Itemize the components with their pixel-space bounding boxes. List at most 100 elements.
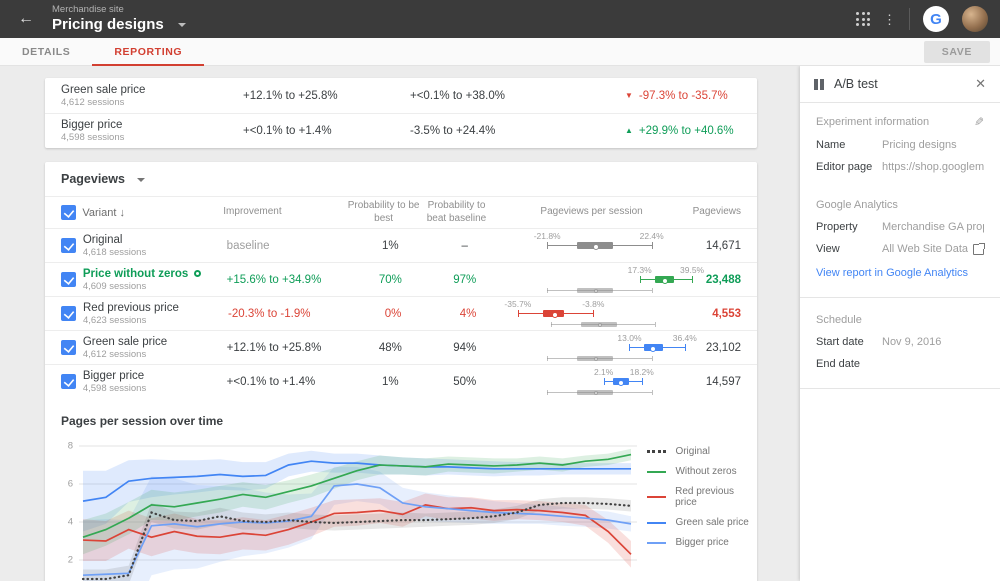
divider (800, 388, 1000, 389)
pageviews-value: 23,102 (706, 342, 757, 354)
prob-beat-baseline-value: 50% (430, 376, 499, 388)
schedule-section: Schedule Start date Nov 9, 2016 End date (800, 302, 1000, 384)
open-in-new-icon[interactable] (973, 244, 984, 255)
field-value: All Web Site Data (882, 243, 968, 255)
boxplot-high-label: 39.5% (680, 265, 704, 275)
prob-best-value: 48% (351, 342, 430, 354)
field-label: Property (816, 221, 882, 233)
page-title: Pricing designs (52, 16, 164, 33)
table-row[interactable]: Original 4,618 sessions baseline 1% – -2… (45, 228, 757, 262)
tab-reporting[interactable]: REPORTING (92, 38, 204, 65)
field-label: Editor page (816, 161, 882, 173)
prob-best-value: 1% (351, 240, 430, 252)
pages-per-session-chart: 8642 (59, 436, 631, 581)
per-session-boxplot: 17.3% 39.5% (499, 263, 705, 296)
tab-details[interactable]: DETAILS (0, 38, 92, 65)
variant-name-cell: Bigger price 4,598 sessions (83, 370, 227, 394)
row-checkbox[interactable] (61, 238, 76, 253)
avatar[interactable] (962, 6, 988, 32)
column-header-per-session: Pageviews per session (491, 206, 693, 219)
prob-beat-baseline-value: 94% (430, 342, 499, 354)
table-row[interactable]: Green sale price 4,612 sessions +12.1% t… (45, 78, 757, 113)
prob-best-value: 0% (353, 308, 433, 320)
row-checkbox[interactable] (61, 306, 76, 321)
top-app-bar: ← Merchandise site Pricing designs ⋮ G (0, 0, 1000, 38)
google-logo: G (923, 6, 949, 32)
y-axis-tick-label: 4 (59, 517, 73, 528)
start-date-row: Start date Nov 9, 2016 (816, 336, 984, 348)
legend-item: Without zeros (647, 466, 757, 477)
experiment-title-dropdown[interactable]: Merchandise site Pricing designs (52, 5, 186, 33)
overflow-menu-icon[interactable]: ⋮ (883, 13, 896, 26)
column-header-pageviews: Pageviews (693, 206, 757, 219)
field-label: View (816, 243, 882, 255)
field-value: Merchandise GA property (882, 221, 984, 233)
table-row[interactable]: Red previous price 4,623 sessions -20.3%… (45, 296, 757, 330)
table-row[interactable]: Price without zeros 4,609 sessions +15.6… (45, 262, 757, 296)
range-value: +<0.1% to +38.0% (410, 90, 625, 102)
view-report-link[interactable]: View report in Google Analytics (816, 265, 984, 289)
legend-label: Red previous price (675, 486, 757, 508)
apps-grid-icon[interactable] (856, 12, 870, 26)
range-value: -3.5% to +24.4% (410, 125, 625, 137)
variant-name-cell: Green sale price 4,612 sessions (83, 336, 227, 360)
variant-name: Bigger price (61, 119, 243, 131)
container-name: Merchandise site (52, 5, 186, 16)
improvement-value: +15.6% to +34.9% (227, 274, 351, 286)
legend-label: Without zeros (675, 466, 736, 477)
variant-name-cell: Price without zeros 4,609 sessions (83, 268, 227, 292)
legend-item: Red previous price (647, 486, 757, 508)
google-analytics-section: Google Analytics Property Merchandise GA… (800, 187, 1000, 293)
edit-pencil-icon[interactable]: ✎ (974, 115, 984, 129)
improvement-value: -20.3% to -1.9% (228, 308, 353, 320)
legend-item: Bigger price (647, 537, 757, 548)
experiment-information-section: Experiment information ✎ Name Pricing de… (800, 103, 1000, 187)
per-session-boxplot: -21.8% 22.4% (499, 229, 705, 262)
legend-swatch (647, 450, 666, 453)
metric-selector[interactable]: Pageviews (45, 162, 757, 196)
legend-swatch (647, 496, 666, 498)
prob-beat-baseline-value: 4% (433, 308, 503, 320)
table-header-row: Variant ↓ Improvement Probability to be … (45, 196, 757, 228)
legend-swatch (647, 522, 666, 524)
variant-name: Original (83, 234, 227, 246)
end-date-row: End date (816, 358, 984, 370)
range-value: +12.1% to +25.8% (243, 90, 410, 102)
row-checkbox[interactable] (61, 374, 76, 389)
chart-legend: Original Without zeros Red previous pric… (631, 436, 757, 581)
column-header-variant[interactable]: Variant ↓ (82, 207, 223, 219)
table-row[interactable]: Bigger price 4,598 sessions +<0.1% to +1… (45, 364, 757, 398)
change-value: ▲ +29.9% to +40.6% (625, 125, 757, 137)
prob-best-value: 1% (351, 376, 430, 388)
close-icon[interactable]: ✕ (975, 76, 986, 92)
pageviews-value: 14,671 (706, 240, 757, 252)
prob-beat-baseline-value: – (430, 240, 499, 252)
session-count: 4,612 sessions (61, 97, 243, 108)
section-label: Google Analytics (816, 199, 898, 211)
field-label: Start date (816, 336, 882, 348)
save-button[interactable]: SAVE (924, 41, 990, 63)
improvement-value: +12.1% to +25.8% (227, 342, 351, 354)
session-count: 4,623 sessions (83, 315, 228, 326)
row-checkbox[interactable] (61, 340, 76, 355)
metric-selector-label: Pageviews (61, 172, 125, 186)
details-sidebar: A/B test ✕ Experiment information ✎ Name… (800, 66, 1000, 581)
table-row[interactable]: Green sale price 4,612 sessions +12.1% t… (45, 330, 757, 364)
boxplot-low-label: -21.8% (534, 231, 561, 241)
session-count: 4,618 sessions (83, 247, 227, 258)
back-arrow-icon[interactable]: ← (0, 10, 52, 28)
field-value: Nov 9, 2016 (882, 336, 941, 348)
prob-best-value: 70% (351, 274, 430, 286)
variant-name-cell: Original 4,618 sessions (83, 234, 227, 258)
select-all-checkbox[interactable] (61, 205, 76, 220)
column-header-prob-beat-baseline: Probability to beat baseline (422, 200, 490, 225)
y-axis-tick-label: 8 (59, 441, 73, 452)
editor-page-row: Editor page https://shop.googleme... (816, 161, 984, 173)
boxplot-high-label: -3.8% (582, 299, 604, 309)
summary-table-card: Green sale price 4,612 sessions +12.1% t… (45, 78, 757, 148)
report-main-area: Green sale price 4,612 sessions +12.1% t… (0, 66, 790, 581)
legend-label: Bigger price (675, 537, 728, 548)
chart-title: Pages per session over time (45, 398, 757, 432)
table-row[interactable]: Bigger price 4,598 sessions +<0.1% to +1… (45, 113, 757, 148)
row-checkbox[interactable] (61, 272, 76, 287)
